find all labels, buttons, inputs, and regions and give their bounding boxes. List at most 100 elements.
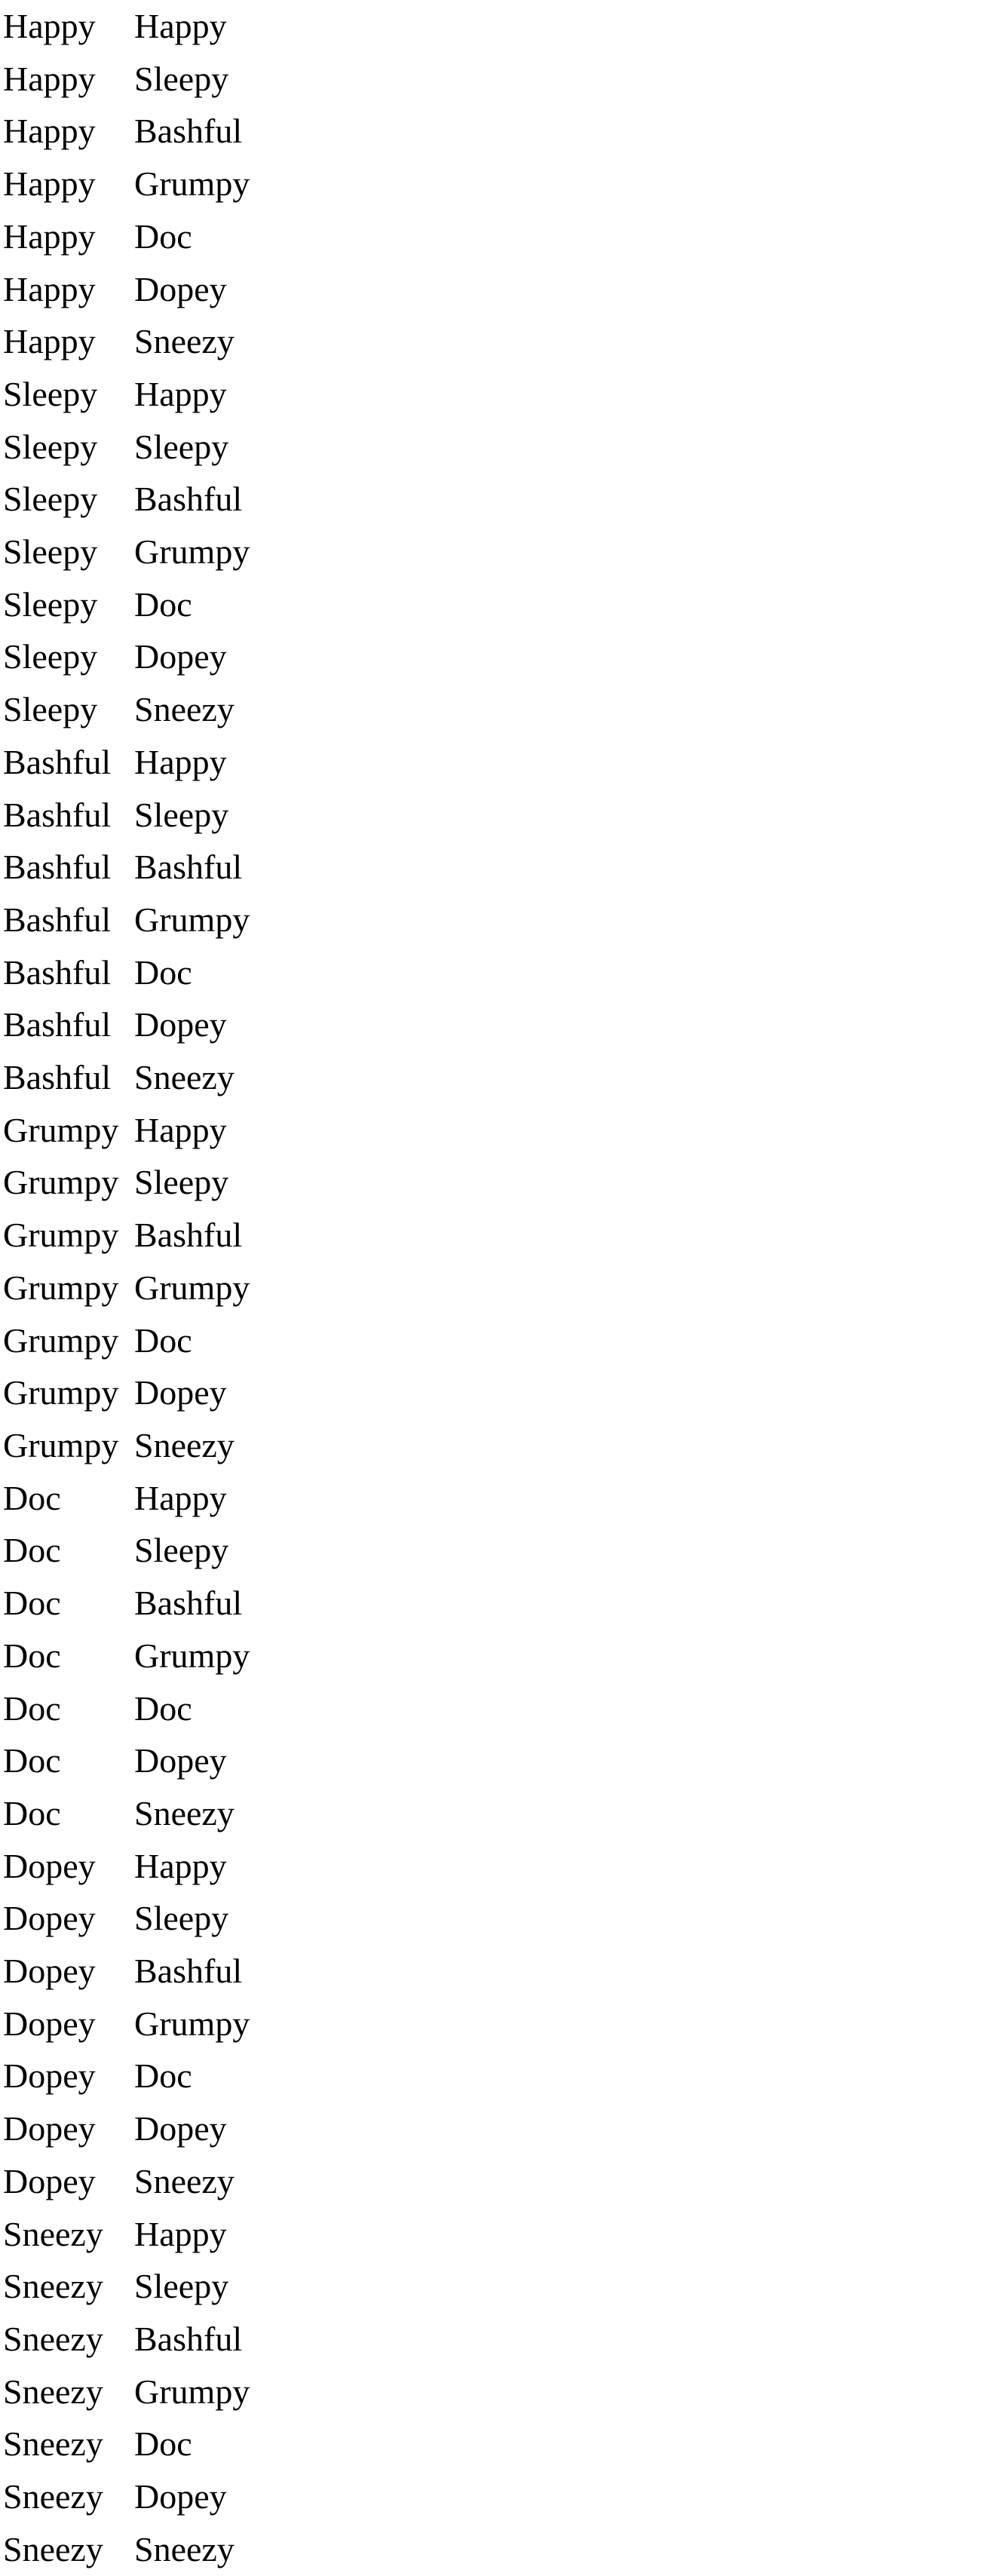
table-row: Bashful Doc [3, 946, 285, 999]
table-row: Doc Happy [3, 1472, 285, 1525]
second-name-cell: Dopey [134, 1005, 227, 1044]
table-row: Bashful Sneezy [3, 1051, 285, 1104]
first-name-cell: Dopey [3, 1846, 96, 1885]
table-row: Sneezy Dopey [3, 2470, 285, 2523]
first-name-cell: Doc [3, 1478, 61, 1517]
table-row: Doc Dopey [3, 1734, 285, 1787]
pairs-table: Happy Happy Happy Sleepy Happy Bashful Happy Gr… [3, 0, 285, 2575]
pairs-table-body: Happy Happy Happy Sleepy Happy Bashful Happy Gr… [3, 0, 285, 2575]
table-row: Bashful Happy [3, 736, 285, 789]
first-name-cell: Doc [3, 1584, 61, 1623]
second-name-cell: Sneezy [134, 2529, 234, 2568]
table-row: Dopey Sneezy [3, 2155, 285, 2208]
first-name-cell: Doc [3, 1793, 61, 1832]
table-row: Grumpy Grumpy [3, 1262, 285, 1314]
second-name-cell: Sneezy [134, 1793, 234, 1832]
first-name-cell: Sneezy [3, 2477, 103, 2516]
table-row: Sneezy Sneezy [3, 2523, 285, 2576]
table-row: Happy Grumpy [3, 158, 285, 210]
first-name-cell: Happy [3, 269, 96, 308]
first-name-cell: Grumpy [3, 1110, 119, 1149]
table-row: Bashful Sleepy [3, 789, 285, 842]
table-row: Doc Sleepy [3, 1524, 285, 1577]
second-name-cell: Dopey [134, 2477, 227, 2516]
table-row: Sneezy Happy [3, 2208, 285, 2261]
first-name-cell: Grumpy [3, 1163, 119, 1202]
table-row: Doc Doc [3, 1682, 285, 1735]
table-row: Sleepy Sneezy [3, 683, 285, 736]
table-row: Happy Doc [3, 210, 285, 263]
first-name-cell: Bashful [3, 742, 112, 781]
table-row: Dopey Doc [3, 2050, 285, 2102]
table-row: Bashful Bashful [3, 841, 285, 894]
second-name-cell: Happy [134, 1846, 227, 1885]
first-name-cell: Doc [3, 1741, 61, 1780]
first-name-cell: Doc [3, 1636, 61, 1675]
first-name-cell: Sleepy [3, 584, 98, 624]
table-row: Happy Sneezy [3, 315, 285, 368]
table-row: Doc Bashful [3, 1577, 285, 1630]
first-name-cell: Bashful [3, 952, 112, 992]
table-row: Dopey Sleepy [3, 1892, 285, 1945]
first-name-cell: Happy [3, 112, 96, 151]
first-name-cell: Sneezy [3, 2424, 103, 2464]
first-name-cell: Bashful [3, 1058, 112, 1097]
table-row: Sleepy Sleepy [3, 421, 285, 474]
table-row: Sleepy Grumpy [3, 526, 285, 578]
second-name-cell: Happy [134, 1110, 227, 1149]
first-name-cell: Dopey [3, 1952, 96, 1991]
table-row: Bashful Grumpy [3, 894, 285, 946]
table-row: Sneezy Doc [3, 2418, 285, 2470]
second-name-cell: Grumpy [134, 900, 250, 939]
table-row: Sleepy Dopey [3, 630, 285, 683]
first-name-cell: Sneezy [3, 2214, 103, 2253]
second-name-cell: Bashful [134, 1216, 243, 1255]
table-row: Grumpy Sleepy [3, 1156, 285, 1209]
table-row: Sneezy Bashful [3, 2313, 285, 2366]
second-name-cell: Doc [134, 584, 192, 624]
table-row: Grumpy Doc [3, 1314, 285, 1367]
second-name-cell: Happy [134, 1478, 227, 1517]
second-name-cell: Doc [134, 1320, 192, 1360]
first-name-cell: Sleepy [3, 532, 98, 572]
second-name-cell: Doc [134, 216, 192, 256]
first-name-cell: Dopey [3, 2161, 96, 2200]
first-name-cell: Sleepy [3, 480, 98, 519]
second-name-cell: Sleepy [134, 1899, 229, 1938]
table-row: Sneezy Sleepy [3, 2260, 285, 2313]
second-name-cell: Dopey [134, 637, 227, 676]
table-row: Bashful Dopey [3, 998, 285, 1051]
first-name-cell: Grumpy [3, 1268, 119, 1307]
first-name-cell: Dopey [3, 1899, 96, 1938]
first-name-cell: Dopey [3, 2109, 96, 2148]
first-name-cell: Bashful [3, 900, 112, 939]
second-name-cell: Bashful [134, 848, 243, 887]
first-name-cell: Grumpy [3, 1320, 119, 1360]
second-name-cell: Bashful [134, 2319, 243, 2358]
table-row: Grumpy Sneezy [3, 1419, 285, 1472]
first-name-cell: Happy [3, 216, 96, 256]
second-name-cell: Doc [134, 1688, 192, 1728]
first-name-cell: Doc [3, 1531, 61, 1570]
first-name-cell: Sleepy [3, 374, 98, 413]
first-name-cell: Dopey [3, 2004, 96, 2043]
first-name-cell: Happy [3, 164, 96, 204]
first-name-cell: Sleepy [3, 637, 98, 676]
second-name-cell: Grumpy [134, 2372, 250, 2411]
second-name-cell: Happy [134, 7, 227, 45]
second-name-cell: Dopey [134, 1373, 227, 1412]
second-name-cell: Sneezy [134, 1058, 234, 1097]
table-row: Dopey Dopey [3, 2102, 285, 2155]
second-name-cell: Sleepy [134, 427, 229, 466]
second-name-cell: Happy [134, 742, 227, 781]
second-name-cell: Bashful [134, 480, 243, 519]
second-name-cell: Bashful [134, 1952, 243, 1991]
second-name-cell: Sneezy [134, 322, 234, 361]
first-name-cell: Grumpy [3, 1425, 119, 1464]
second-name-cell: Sneezy [134, 2161, 234, 2200]
table-row: Happy Dopey [3, 263, 285, 316]
first-name-cell: Happy [3, 322, 96, 361]
first-name-cell: Happy [3, 7, 96, 45]
second-name-cell: Doc [134, 952, 192, 992]
first-name-cell: Bashful [3, 795, 112, 834]
